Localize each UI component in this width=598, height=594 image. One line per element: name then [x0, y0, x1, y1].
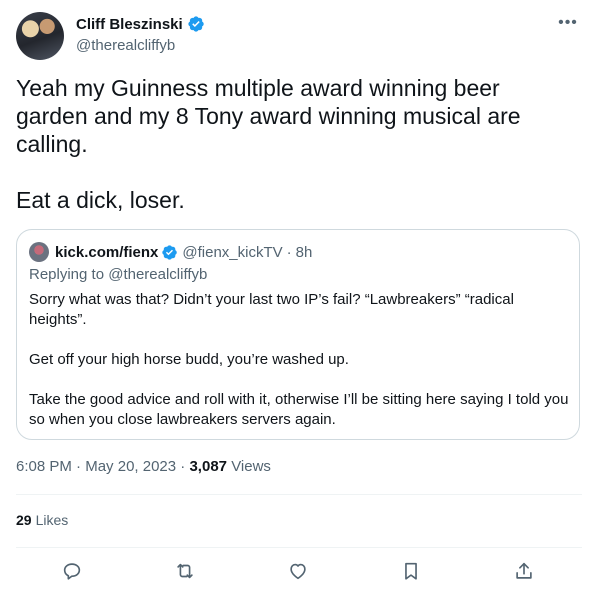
quoted-author-handle: @fienx_kickTV: [182, 243, 283, 261]
more-options-icon[interactable]: •••: [556, 14, 580, 34]
verified-badge-icon: [188, 16, 204, 32]
separator-dot: ·: [286, 243, 292, 261]
separator-dot: ·: [76, 458, 82, 475]
divider: [16, 547, 582, 548]
replying-to-mention[interactable]: @therealcliffyb: [108, 266, 207, 283]
heart-icon: [290, 563, 306, 580]
tweet-text: Yeah my Guinness multiple award winning …: [16, 75, 521, 213]
quoted-author-display-name: kick.com/fienx: [55, 243, 159, 261]
bookmark-icon: [405, 562, 417, 580]
quoted-tweet-body: Sorry what was that? Didn’t your last tw…: [29, 290, 569, 450]
verified-badge-icon: [162, 244, 178, 260]
views-count: 3,087: [189, 458, 228, 475]
likes-label: Likes: [35, 512, 69, 528]
share-icon: [516, 562, 532, 579]
author-name-block: Cliff Bleszinski @therealcliffyb: [76, 14, 205, 54]
separator-dot: ·: [180, 458, 186, 475]
likes-count: 29: [16, 512, 32, 528]
quoted-tweet-header: kick.com/fienx @fienx_kickTV · 8h: [29, 242, 312, 262]
likes-stat[interactable]: 29 Likes: [16, 512, 68, 528]
replying-to-label: Replying to: [29, 266, 105, 283]
action-bar: [16, 556, 582, 586]
quoted-author-avatar: [29, 242, 49, 262]
divider: [16, 494, 582, 495]
tweet-time[interactable]: 6:08 PM: [16, 458, 72, 475]
author-handle[interactable]: @therealcliffyb: [76, 37, 205, 54]
tweet-header: Cliff Bleszinski @therealcliffyb •••: [16, 12, 582, 60]
like-button[interactable]: [283, 556, 313, 586]
reply-button[interactable]: [57, 556, 87, 586]
replying-to-line: Replying to @therealcliffyb: [29, 266, 207, 283]
share-button[interactable]: [509, 556, 539, 586]
author-avatar[interactable]: [16, 12, 64, 60]
quoted-tweet-time: 8h: [295, 243, 313, 261]
views-label: Views: [231, 458, 271, 475]
bookmark-button[interactable]: [396, 556, 426, 586]
author-display-name[interactable]: Cliff Bleszinski: [76, 16, 183, 33]
tweet-date[interactable]: May 20, 2023: [85, 458, 176, 475]
quoted-paragraph: Take the good advice and roll with it, o…: [29, 391, 569, 428]
quoted-paragraph: Sorry what was that? Didn’t your last tw…: [29, 291, 514, 328]
tweet-meta: 6:08 PM · May 20, 2023 · 3,087 Views: [16, 458, 271, 475]
retweet-button[interactable]: [170, 556, 200, 586]
quoted-tweet[interactable]: kick.com/fienx @fienx_kickTV · 8h Replyi…: [16, 229, 580, 440]
retweet-icon: [177, 563, 193, 579]
reply-icon: [63, 563, 81, 580]
quoted-paragraph: Get off your high horse budd, you’re was…: [29, 351, 349, 368]
